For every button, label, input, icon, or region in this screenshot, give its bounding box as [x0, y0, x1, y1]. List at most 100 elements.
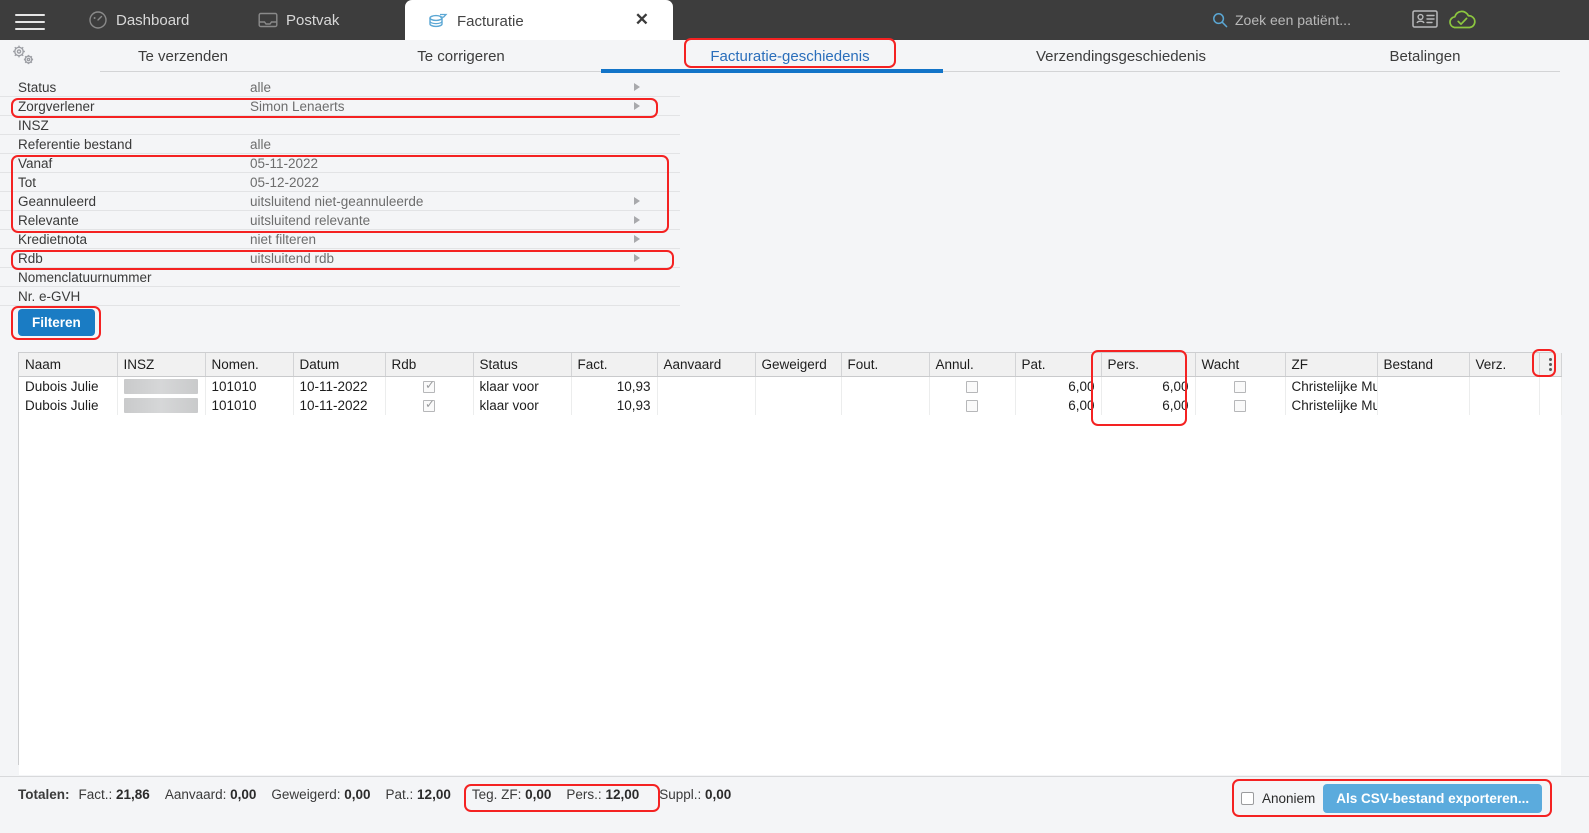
- wacht-checkbox[interactable]: [1234, 381, 1246, 394]
- gears-settings-icon[interactable]: [9, 42, 39, 70]
- table-column-header-fout[interactable]: Fout.: [841, 353, 930, 377]
- sub-tab-facturatie-geschiedenis[interactable]: Facturatie-geschiedenis: [686, 40, 894, 72]
- filter-label: Vanaf: [18, 155, 53, 171]
- kebab-menu-icon[interactable]: [1548, 358, 1552, 371]
- cell-naam: Dubois Julie: [19, 376, 118, 396]
- cell-status: klaar voor: [473, 395, 572, 415]
- empty-cell: [755, 414, 841, 775]
- filter-label: Tot: [18, 174, 37, 190]
- total-pers-value: 12,00: [605, 787, 640, 802]
- sub-tab-verzendingsgeschiedenis[interactable]: Verzendingsgeschiedenis: [1002, 40, 1240, 72]
- total-fact: Fact.: 21,86: [79, 787, 150, 802]
- table-column-header-naam[interactable]: Naam: [19, 353, 118, 377]
- cell-wacht: [1195, 395, 1286, 415]
- total-fact-value: 21,86: [116, 787, 150, 802]
- cell-aanvaard: [657, 376, 756, 396]
- table-header-row: Naam INSZ Nomen. Datum Rdb Status Fact. Aanvaar…: [19, 353, 1562, 377]
- table-column-header-rdb[interactable]: Rdb: [385, 353, 474, 377]
- total-fact-label: Fact.:: [78, 787, 113, 802]
- table-column-header-pat[interactable]: Pat.: [1015, 353, 1102, 377]
- filter-row-zorgverlener[interactable]: Zorgverlener Simon Lenaerts: [0, 97, 680, 116]
- chevron-right-icon[interactable]: [634, 235, 640, 243]
- total-pat: Pat.: 12,00: [386, 787, 451, 802]
- application-window: Dashboard Postvak Facturatie ✕ Zoek een …: [0, 0, 1589, 833]
- table-column-header-fact[interactable]: Fact.: [571, 353, 658, 377]
- table-column-header-insz[interactable]: INSZ: [117, 353, 206, 377]
- table-column-header-zf[interactable]: ZF: [1285, 353, 1378, 377]
- app-tab-facturatie-label: Facturatie: [457, 12, 524, 30]
- close-icon[interactable]: ✕: [635, 11, 649, 28]
- annul-checkbox[interactable]: [966, 399, 978, 412]
- cell-verz: [1469, 395, 1540, 415]
- table-column-header-wacht[interactable]: Wacht: [1195, 353, 1286, 377]
- filter-label: Relevante: [18, 212, 79, 228]
- empty-cell: [571, 414, 657, 775]
- cell-row-menu: [1539, 395, 1562, 415]
- table-column-header-annul[interactable]: Annul.: [929, 353, 1016, 377]
- rdb-checkbox: [423, 397, 435, 412]
- chevron-right-icon[interactable]: [634, 197, 640, 205]
- sub-tab-facturatie-geschiedenis-label: Facturatie-geschiedenis: [710, 47, 870, 65]
- filter-value: uitsluitend niet-geannuleerde: [250, 193, 424, 209]
- table-column-header-datum[interactable]: Datum: [293, 353, 386, 377]
- hamburger-menu-icon[interactable]: [15, 9, 45, 31]
- filter-value: niet filteren: [250, 231, 317, 247]
- sub-tab-te-verzenden[interactable]: Te verzenden: [100, 40, 266, 72]
- chevron-right-icon[interactable]: [634, 102, 640, 110]
- search-input[interactable]: Zoek een patiënt...: [1212, 9, 1351, 31]
- filter-row-insz[interactable]: INSZ: [0, 116, 680, 135]
- table-menu-header[interactable]: [1539, 353, 1562, 377]
- total-teg-zf: Teg. ZF: 0,00: [472, 787, 552, 802]
- app-tab-dashboard[interactable]: Dashboard: [88, 0, 189, 40]
- sub-tab-te-corrigeren[interactable]: Te corrigeren: [366, 40, 556, 72]
- total-geweigerd-label: Geweigerd:: [271, 787, 341, 802]
- redacted-insz: [124, 379, 198, 395]
- filter-row-vanaf[interactable]: Vanaf 05-11-2022: [0, 154, 680, 173]
- total-geweigerd-value: 0,00: [344, 787, 371, 802]
- filter-row-rdb[interactable]: Rdb uitsluitend rdb: [0, 249, 680, 268]
- filter-row-nomenclatuurnummer[interactable]: Nomenclatuurnummer: [0, 268, 680, 287]
- cell-zf: Christelijke Mu: [1285, 395, 1378, 415]
- id-card-icon[interactable]: [1412, 9, 1438, 29]
- filter-row-relevante[interactable]: Relevante uitsluitend relevante: [0, 211, 680, 230]
- chevron-right-icon[interactable]: [634, 216, 640, 224]
- cell-annul: [929, 376, 1016, 396]
- cell-geweigerd: [755, 395, 842, 415]
- cloud-check-icon[interactable]: [1446, 7, 1478, 33]
- table-column-header-geweigerd[interactable]: Geweigerd: [755, 353, 842, 377]
- chevron-right-icon[interactable]: [634, 254, 640, 262]
- sub-tab-betalingen[interactable]: Betalingen: [1340, 40, 1510, 72]
- app-tab-facturatie[interactable]: Facturatie ✕: [405, 0, 673, 42]
- anoniem-checkbox[interactable]: [1241, 792, 1254, 805]
- table-column-header-nomen[interactable]: Nomen.: [205, 353, 294, 377]
- table-row[interactable]: Dubois Julie 10101010-11-2022 klaar voor10…: [19, 376, 1562, 396]
- empty-cell: [1101, 414, 1195, 775]
- filter-row-tot[interactable]: Tot 05-12-2022: [0, 173, 680, 192]
- table-column-header-pers[interactable]: Pers.: [1101, 353, 1196, 377]
- export-csv-button[interactable]: Als CSV-bestand exporteren...: [1323, 784, 1543, 813]
- export-controls: Anoniem Als CSV-bestand exporteren...: [1241, 784, 1543, 813]
- filter-label: Nr. e-GVH: [18, 288, 81, 304]
- chevron-right-icon[interactable]: [634, 83, 640, 91]
- filter-row-nr-e-gvh[interactable]: Nr. e-GVH: [0, 287, 680, 306]
- filter-row-referentie-bestand[interactable]: Referentie bestand alle: [0, 135, 680, 154]
- table-column-header-verz[interactable]: Verz.: [1469, 353, 1540, 377]
- filter-row-status[interactable]: Status alle: [0, 78, 680, 97]
- filter-row-geannuleerd[interactable]: Geannuleerd uitsluitend niet-geannuleerde: [0, 192, 680, 211]
- cell-fout: [841, 376, 930, 396]
- wacht-checkbox[interactable]: [1234, 399, 1246, 412]
- total-suppl-value: 0,00: [705, 787, 732, 802]
- table-column-header-bestand[interactable]: Bestand: [1377, 353, 1470, 377]
- sub-tab-active-indicator: [601, 69, 943, 73]
- table-column-header-status[interactable]: Status: [473, 353, 572, 377]
- top-bar: Dashboard Postvak Facturatie ✕ Zoek een …: [0, 0, 1589, 42]
- anoniem-label[interactable]: Anoniem: [1262, 791, 1315, 806]
- inbox-icon: [258, 11, 278, 29]
- annul-checkbox[interactable]: [966, 381, 978, 394]
- table-column-header-aanvaard[interactable]: Aanvaard: [657, 353, 756, 377]
- table-row[interactable]: Dubois Julie 10101010-11-2022 klaar voor10…: [19, 395, 1562, 415]
- filter-row-kredietnota[interactable]: Kredietnota niet filteren: [0, 230, 680, 249]
- app-tab-postvak[interactable]: Postvak: [258, 0, 339, 40]
- filter-value: uitsluitend rdb: [250, 250, 335, 266]
- filteren-button[interactable]: Filteren: [18, 309, 95, 336]
